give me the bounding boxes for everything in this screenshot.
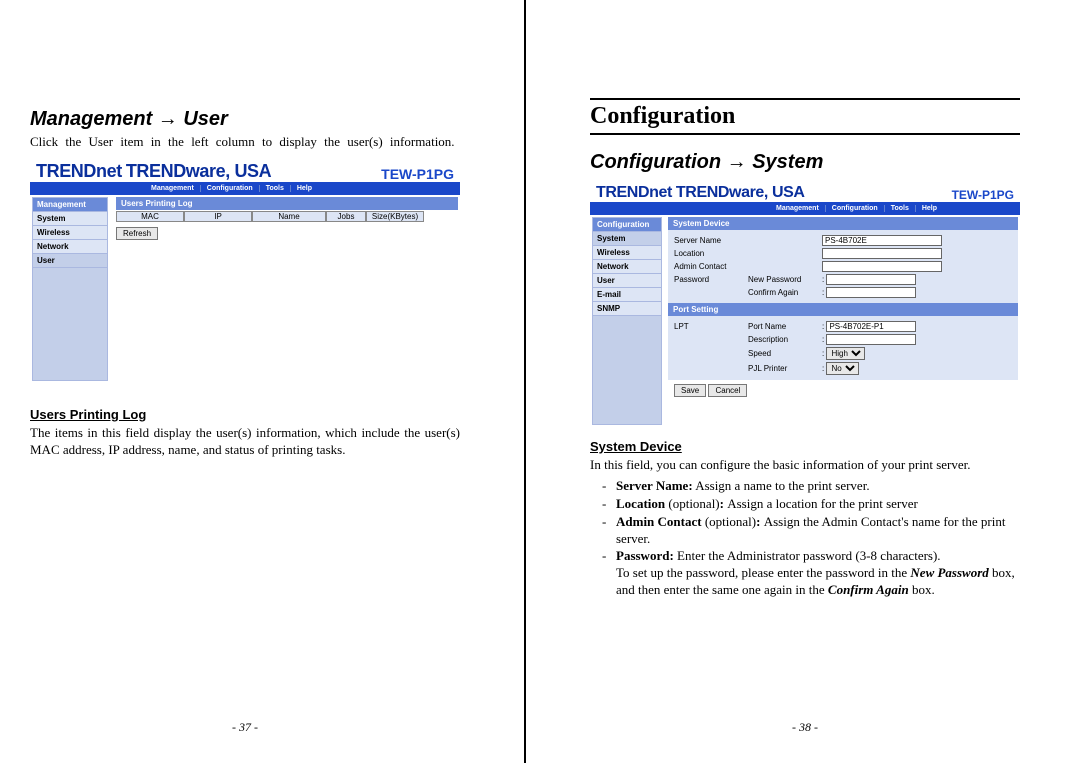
shot-body: Management System Wireless Network User … (30, 195, 460, 383)
shot-header: TRENDnet TRENDware, USA TEW-P1PG (590, 182, 1020, 202)
sidebar-item-network[interactable]: Network (592, 260, 662, 274)
label-lpt: LPT (668, 322, 748, 331)
sidebar: Configuration System Wireless Network Us… (592, 217, 662, 425)
screenshot-configuration-system: TRENDnet TRENDware, USA TEW-P1PG Managem… (590, 182, 1020, 427)
sidebar-head: Configuration (592, 217, 662, 232)
shot-header: TRENDnet TRENDware, USA TEW-P1PG (30, 159, 460, 182)
col-name: Name (252, 211, 326, 222)
system-device-section: Server Name Location Admin Contact (668, 230, 1018, 303)
label-description: Description (748, 335, 822, 344)
nav-configuration[interactable]: Configuration (201, 185, 260, 192)
sidebar-item-user[interactable]: User (592, 274, 662, 288)
input-confirm-again[interactable] (826, 287, 916, 298)
subhead-system-device: System Device (590, 439, 1020, 454)
form-head-system-device: System Device (668, 217, 1018, 230)
label-admin-contact: Admin Contact (668, 262, 748, 271)
section-title: Configuration → System (590, 151, 1020, 174)
label-speed: Speed (748, 349, 822, 358)
page-37: Management → User Click the User item in… (0, 0, 490, 763)
label-pjl-printer: PJL Printer (748, 364, 822, 373)
brand-logo: TRENDnet TRENDware, USA (596, 184, 805, 202)
sidebar: Management System Wireless Network User (32, 197, 108, 381)
bullet-location: Location (optional): Assign a location f… (590, 496, 1020, 513)
input-admin-contact[interactable] (822, 261, 942, 272)
input-port-name[interactable] (826, 321, 916, 332)
port-setting-section: LPT Port Name : Description : Speed : Hi… (668, 316, 1018, 380)
label-confirm-again: Confirm Again (748, 288, 822, 297)
label-new-password: New Password (748, 275, 822, 284)
desc-text: The items in this field display the user… (30, 425, 460, 459)
label-server-name: Server Name (668, 236, 748, 245)
input-location[interactable] (822, 248, 942, 259)
sidebar-item-user[interactable]: User (32, 254, 108, 268)
model-label: TEW-P1PG (952, 188, 1014, 202)
top-nav: Management Configuration Tools Help (590, 202, 1020, 215)
input-description[interactable] (826, 334, 916, 345)
sidebar-item-system[interactable]: System (32, 212, 108, 226)
label-port-name: Port Name (748, 322, 822, 331)
sidebar-pad (32, 268, 108, 381)
page-number: - 37 - (0, 720, 490, 735)
nav-help[interactable]: Help (916, 205, 943, 212)
nav-tools[interactable]: Tools (885, 205, 916, 212)
sidebar-item-wireless[interactable]: Wireless (32, 226, 108, 240)
cancel-button[interactable]: Cancel (708, 384, 747, 397)
refresh-button[interactable]: Refresh (116, 227, 158, 240)
page-divider (524, 0, 526, 763)
col-ip: IP (184, 211, 252, 222)
form-head-port-setting: Port Setting (668, 303, 1018, 316)
section-title: Management → User (30, 108, 460, 131)
shot-body: Configuration System Wireless Network Us… (590, 215, 1020, 427)
top-nav: Management Configuration Tools Help (30, 182, 460, 195)
page-number: - 38 - (560, 720, 1050, 735)
log-head: Users Printing Log (116, 197, 458, 210)
nav-management[interactable]: Management (145, 185, 201, 192)
input-server-name[interactable] (822, 235, 942, 246)
save-button[interactable]: Save (674, 384, 706, 397)
bullet-admin-contact: Admin Contact (optional): Assign the Adm… (590, 514, 1020, 548)
bullet-list: Server Name: Assign a name to the print … (590, 478, 1020, 599)
brand-logo: TRENDnet TRENDware, USA (36, 161, 271, 182)
form-area: System Device Server Name Location Admin… (668, 217, 1018, 401)
input-new-password[interactable] (826, 274, 916, 285)
sidebar-item-snmp[interactable]: SNMP (592, 302, 662, 316)
col-mac: MAC (116, 211, 184, 222)
model-label: TEW-P1PG (381, 166, 454, 182)
bullet-password: Password: Enter the Administrator passwo… (590, 548, 1020, 599)
nav-configuration[interactable]: Configuration (826, 205, 885, 212)
col-size: Size(KBytes) (366, 211, 424, 222)
col-jobs: Jobs (326, 211, 366, 222)
log-header-row: MAC IP Name Jobs Size(KBytes) (116, 210, 458, 223)
desc-text: In this field, you can configure the bas… (590, 457, 1020, 474)
intro-text: Click the User item in the left column t… (30, 134, 460, 151)
select-pjl-printer[interactable]: No (826, 362, 859, 375)
subhead-users-printing-log: Users Printing Log (30, 407, 460, 422)
page-38: Configuration Configuration → System TRE… (560, 0, 1050, 763)
sidebar-head: Management (32, 197, 108, 212)
bullet-server-name: Server Name: Assign a name to the print … (590, 478, 1020, 495)
nav-tools[interactable]: Tools (260, 185, 291, 192)
select-speed[interactable]: High (826, 347, 865, 360)
sidebar-item-wireless[interactable]: Wireless (592, 246, 662, 260)
sidebar-item-network[interactable]: Network (32, 240, 108, 254)
nav-management[interactable]: Management (770, 205, 826, 212)
log-table: Users Printing Log MAC IP Name Jobs Size… (116, 197, 458, 241)
screenshot-management-user: TRENDnet TRENDware, USA TEW-P1PG Managem… (30, 159, 460, 389)
label-password: Password (668, 275, 748, 284)
nav-help[interactable]: Help (291, 185, 318, 192)
label-location: Location (668, 249, 748, 258)
sidebar-pad (592, 316, 662, 425)
page-title: Configuration (590, 98, 1020, 135)
button-row: Save Cancel (668, 380, 1018, 401)
sidebar-item-system[interactable]: System (592, 232, 662, 246)
sidebar-item-email[interactable]: E-mail (592, 288, 662, 302)
